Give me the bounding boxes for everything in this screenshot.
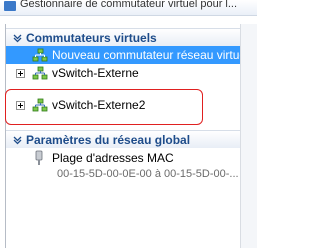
network-switch-icon (32, 48, 48, 62)
section-header-virtual-switches[interactable]: Commutateurs virtuels (6, 28, 241, 46)
switch-item-vswitch-externe[interactable]: vSwitch-Externe (6, 64, 241, 82)
right-pane-edge (240, 24, 257, 248)
new-virtual-switch-label: Nouveau commutateur réseau virtuel (52, 48, 249, 62)
mac-range-value: 00-15-5D-00-0E-00 à 00-15-5D-00-... (57, 168, 239, 180)
section-title: Paramètres du réseau global (26, 133, 191, 147)
mac-range-label: Plage d'adresses MAC (52, 151, 174, 165)
navigation-pane: Commutateurs virtuels Nouveau commutateu… (5, 24, 249, 248)
section-title: Commutateurs virtuels (26, 31, 157, 45)
section-header-global-network[interactable]: Paramètres du réseau global (6, 130, 241, 148)
window-title: Gestionnaire de commutateur virtuel pour… (20, 0, 238, 10)
app-icon (4, 1, 16, 11)
new-virtual-switch-item[interactable]: Nouveau commutateur réseau virtuel (6, 46, 249, 64)
network-switch-icon (32, 66, 48, 80)
collapse-chevron-icon[interactable] (12, 134, 23, 145)
highlight-annotation (5, 89, 203, 125)
switch-name: vSwitch-Externe (52, 66, 139, 80)
mac-address-icon (35, 150, 43, 165)
mac-address-range-item[interactable]: Plage d'adresses MAC (6, 149, 241, 167)
expand-plus-icon[interactable] (16, 69, 25, 78)
collapse-chevron-icon[interactable] (12, 32, 23, 43)
window-titlebar: Gestionnaire de commutateur virtuel pour… (0, 0, 257, 16)
